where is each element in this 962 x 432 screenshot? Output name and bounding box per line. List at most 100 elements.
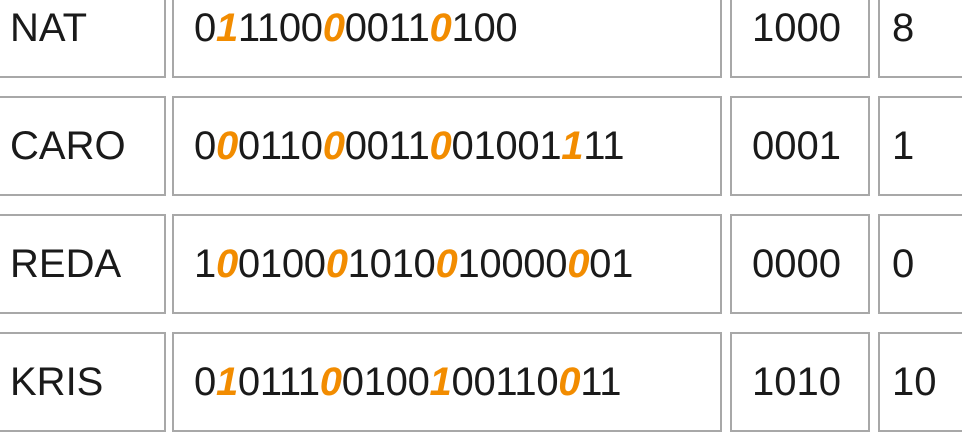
bit-string: 10010001010010000001 <box>174 242 633 287</box>
bit: 0 <box>194 359 216 404</box>
bit: 0 <box>495 5 518 50</box>
bit: 1 <box>237 5 257 50</box>
table-cell-bits: 01011100100100110011 <box>172 332 722 432</box>
bit: 0 <box>536 359 559 404</box>
bit: 0 <box>344 123 367 168</box>
bit: 1 <box>259 241 282 286</box>
bit: 0 <box>523 241 546 286</box>
bit: 1 <box>363 359 386 404</box>
row-name: KRIS <box>10 359 104 404</box>
bit: 0 <box>344 5 367 50</box>
bit: 1 <box>495 359 515 404</box>
table-cell-bits: 00011000011001001111 <box>172 96 722 196</box>
bit: 0 <box>451 359 474 404</box>
table-cell-decimal: 1 <box>878 96 962 196</box>
bit: 0 <box>473 359 496 404</box>
bit: 0 <box>194 123 216 168</box>
bit: 0 <box>517 123 540 168</box>
table-cell-bits: 011100000110100 <box>172 0 722 78</box>
highlighted-bit: 0 <box>322 5 345 50</box>
bit: 0 <box>545 241 568 286</box>
table-cell-code: 1000 <box>730 0 870 78</box>
table-cell-name: CARO <box>0 96 166 196</box>
highlighted-bit: 0 <box>429 5 452 50</box>
bit: 1 <box>347 241 370 286</box>
bit: 0 <box>366 123 389 168</box>
bit: 0 <box>366 5 389 50</box>
bit: 1 <box>407 123 430 168</box>
bit: 0 <box>341 359 364 404</box>
bit: 0 <box>473 5 496 50</box>
decimal-value: 1 <box>892 123 915 168</box>
bit: 1 <box>599 359 622 404</box>
bit: 1 <box>194 241 216 286</box>
highlighted-bit: 0 <box>215 241 238 286</box>
bit: 1 <box>388 123 408 168</box>
bit-string: 011100000110100 <box>174 5 518 51</box>
bit: 0 <box>300 5 323 50</box>
highlighted-bit: 1 <box>561 123 584 168</box>
bit: 0 <box>385 359 408 404</box>
highlighted-bit: 0 <box>325 241 348 286</box>
bit: 1 <box>278 359 298 404</box>
highlighted-bit: 0 <box>429 123 452 168</box>
code-value: 1010 <box>752 359 841 404</box>
highlighted-bit: 0 <box>319 359 342 404</box>
code-value: 1000 <box>752 5 841 50</box>
bit: 1 <box>259 123 279 168</box>
bit: 0 <box>407 359 430 404</box>
bit: 1 <box>388 5 408 50</box>
bit: 0 <box>237 123 260 168</box>
bit: 1 <box>259 359 279 404</box>
bit: 1 <box>514 359 537 404</box>
highlighted-bit: 1 <box>429 359 452 404</box>
bit: 0 <box>300 123 323 168</box>
bit: 1 <box>473 123 496 168</box>
bit: 1 <box>539 123 562 168</box>
row-name: CARO <box>10 123 126 168</box>
bit: 0 <box>495 123 518 168</box>
decimal-value: 8 <box>892 5 915 50</box>
highlighted-bit: 0 <box>322 123 345 168</box>
bit: 0 <box>278 5 301 50</box>
bit: 1 <box>278 123 301 168</box>
table-cell-decimal: 0 <box>878 214 962 314</box>
decimal-value: 10 <box>892 359 937 404</box>
bit: 1 <box>602 123 625 168</box>
highlighted-bit: 0 <box>435 241 458 286</box>
highlighted-bit: 0 <box>567 241 590 286</box>
bit: 1 <box>407 5 430 50</box>
bit: 0 <box>194 5 216 50</box>
bit: 1 <box>583 123 603 168</box>
table-cell-code: 1010 <box>730 332 870 432</box>
bit: 0 <box>237 241 260 286</box>
table-cell-code: 0000 <box>730 214 870 314</box>
bit: 0 <box>303 241 326 286</box>
bit-string: 00011000011001001111 <box>174 124 624 169</box>
bit: 1 <box>580 359 600 404</box>
bit: 0 <box>413 241 436 286</box>
bit: 0 <box>451 123 474 168</box>
bit: 0 <box>501 241 524 286</box>
bit: 0 <box>369 241 392 286</box>
bit: 1 <box>451 5 474 50</box>
bit: 1 <box>256 5 279 50</box>
highlighted-bit: 1 <box>215 5 238 50</box>
bit: 1 <box>457 241 480 286</box>
row-name: REDA <box>10 241 122 286</box>
table-cell-name: REDA <box>0 214 166 314</box>
bit: 1 <box>611 241 634 286</box>
table-cell-bits: 10010001010010000001 <box>172 214 722 314</box>
decimal-value: 0 <box>892 241 915 286</box>
highlighted-bit: 1 <box>215 359 238 404</box>
bit: 0 <box>589 241 612 286</box>
code-value: 0001 <box>752 123 841 168</box>
bit: 0 <box>237 359 260 404</box>
table-cell-name: NAT <box>0 0 166 78</box>
table-cell-decimal: 10 <box>878 332 962 432</box>
bit: 0 <box>479 241 502 286</box>
highlighted-bit: 0 <box>215 123 238 168</box>
table-cell-decimal: 8 <box>878 0 962 78</box>
bit-string: 01011100100100110011 <box>174 360 621 405</box>
row-name: NAT <box>10 5 88 50</box>
